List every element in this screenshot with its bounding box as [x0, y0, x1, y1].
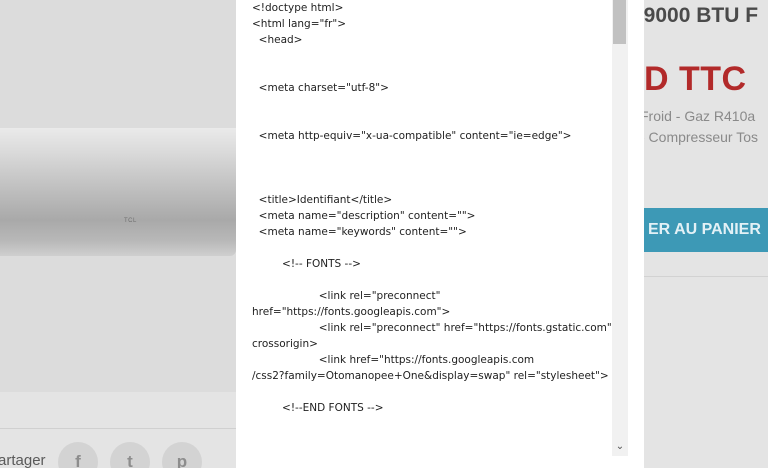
vertical-scrollbar[interactable]	[612, 0, 628, 456]
product-price: D TTC	[644, 60, 747, 98]
divider	[644, 276, 768, 277]
code-line: <meta charset="utf-8">	[252, 82, 389, 94]
code-line: <!--END FONTS -->	[252, 402, 384, 414]
product-description-line: Froid - Gaz R410a	[640, 108, 756, 124]
code-line: <!-- FONTS -->	[252, 258, 361, 270]
air-conditioner-image	[0, 128, 236, 256]
share-label: artager	[0, 452, 46, 468]
code-line: <meta http-equiv="x-ua-compatible" conte…	[252, 130, 572, 142]
code-line: <title>Identifiant</title>	[252, 194, 393, 206]
code-line: /css2?family=Otomanopee+One&display=swap…	[252, 370, 609, 382]
code-line: href="https://fonts.googleapis.com">	[252, 306, 451, 318]
product-title: . 9000 BTU F	[632, 4, 759, 27]
code-line: <link href="https://fonts.googleapis.com	[252, 354, 535, 366]
code-line: crossorigin>	[252, 338, 318, 350]
source-code-view[interactable]: <!doctype html> <html lang="fr"> <head> …	[252, 0, 612, 468]
code-line: <link rel="preconnect"	[252, 290, 441, 302]
code-line: <link rel="preconnect" href="https://fon…	[252, 322, 612, 334]
divider	[0, 428, 236, 429]
pinterest-icon[interactable]: p	[162, 442, 202, 468]
code-line: <html lang="fr">	[252, 18, 346, 30]
code-line: <head>	[252, 34, 303, 46]
brand-logo: TCL	[124, 218, 137, 224]
code-line: <meta name="keywords" content="">	[252, 226, 467, 238]
chevron-down-icon[interactable]: ⌄	[612, 438, 628, 456]
code-line: <meta name="description" content="">	[252, 210, 476, 222]
code-line: <!doctype html>	[252, 2, 344, 14]
product-description-line: - Compresseur Tos	[640, 129, 759, 145]
page: TCL . 9000 BTU F D TTC Froid - Gaz R410a…	[0, 0, 768, 468]
facebook-icon[interactable]: f	[58, 442, 98, 468]
source-code-modal: <!doctype html> <html lang="fr"> <head> …	[236, 0, 644, 468]
scrollbar-thumb[interactable]	[613, 0, 626, 44]
twitter-icon[interactable]: t	[110, 442, 150, 468]
